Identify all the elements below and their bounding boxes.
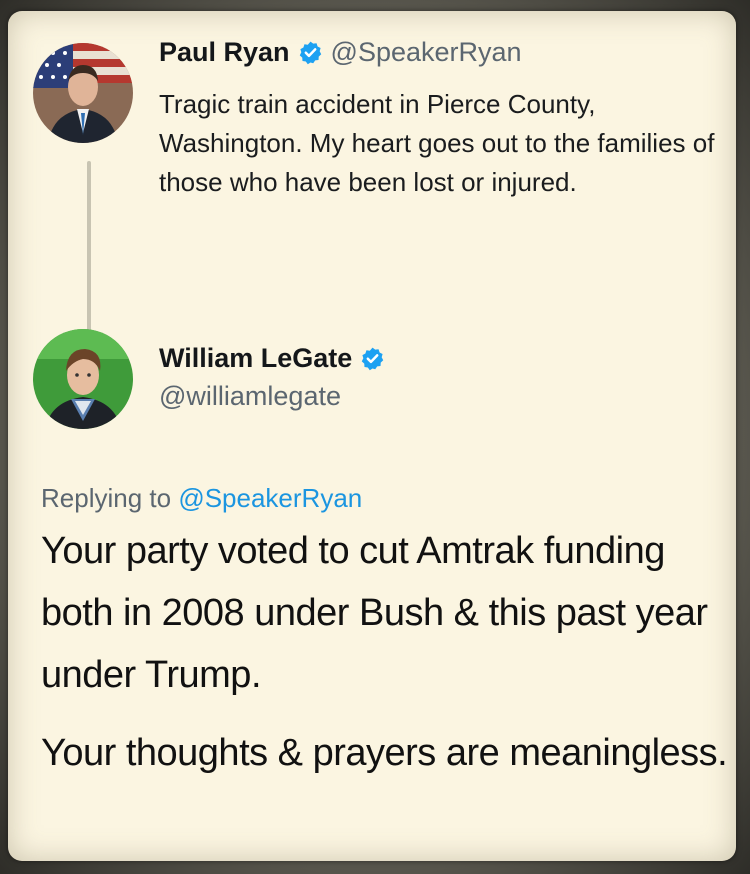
verified-badge-icon [360, 346, 385, 371]
replying-to-line: Replying to @SpeakerRyan [41, 483, 362, 514]
replying-to-label: Replying to [41, 483, 172, 513]
william-legate-avatar[interactable] [33, 329, 133, 429]
replying-to-mention-link[interactable]: @SpeakerRyan [178, 483, 362, 513]
original-tweet-header: Paul Ryan @SpeakerRyan [159, 37, 522, 68]
avatar-image [33, 329, 133, 429]
reply-author-name[interactable]: William LeGate [159, 343, 352, 374]
avatar-image [33, 43, 133, 143]
reply-paragraph-1: Your party voted to cut Amtrak funding b… [41, 530, 708, 696]
reply-paragraph-2: Your thoughts & prayers are meaningless. [41, 732, 728, 774]
reply-author-name-row: William LeGate [159, 343, 393, 374]
verified-badge-icon [298, 40, 323, 65]
paul-ryan-avatar[interactable] [33, 43, 133, 143]
original-tweet-text: Tragic train accident in Pierce County, … [159, 89, 715, 197]
tweet-thread-card: Paul Ryan @SpeakerRyan Tragic train acci… [8, 11, 736, 861]
reply-author-handle[interactable]: @williamlegate [159, 381, 341, 412]
reply-author-handle-row: @williamlegate [159, 381, 341, 412]
original-author-handle[interactable]: @SpeakerRyan [331, 37, 522, 68]
original-author-name[interactable]: Paul Ryan [159, 37, 290, 68]
thread-connector-line [87, 161, 91, 333]
